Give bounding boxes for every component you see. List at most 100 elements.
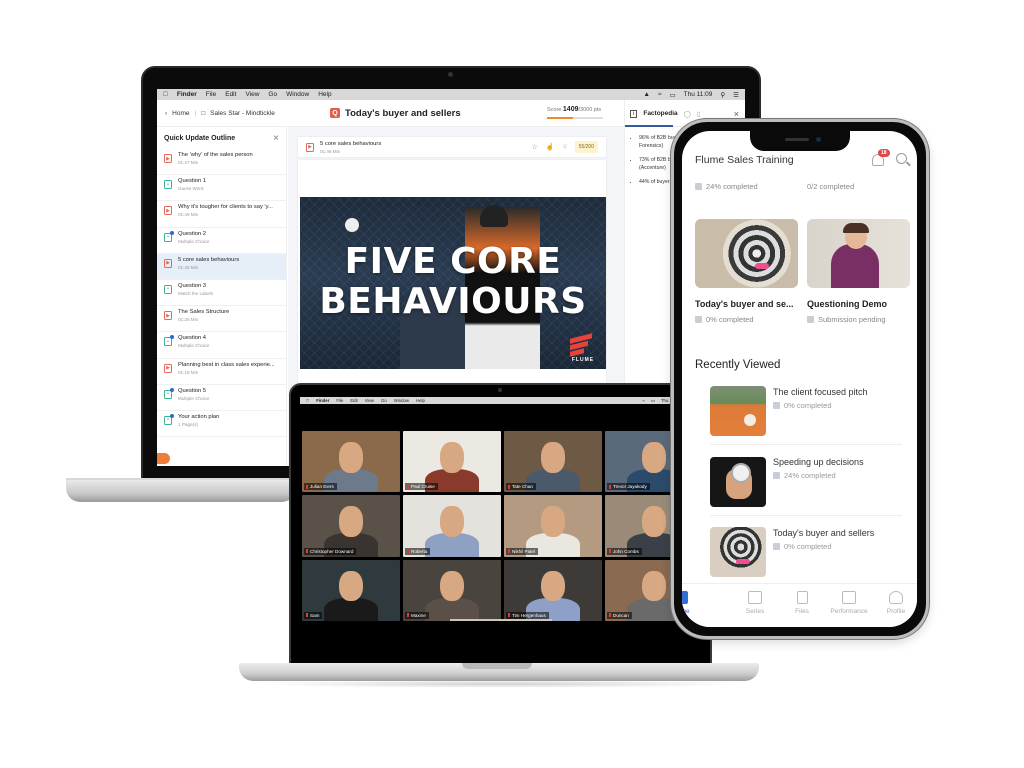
module-card-title[interactable]: Questioning Demo xyxy=(807,299,887,309)
participant-tile[interactable]: Christopher Downard xyxy=(302,495,400,557)
thumbs-up-icon[interactable]: ☝ xyxy=(546,143,555,151)
tab-factopedia[interactable]: Factopedia xyxy=(643,110,677,117)
outline-item-subtitle: Multiple Choice xyxy=(178,238,210,244)
breadcrumb-series[interactable]: Sales Star - Mindtickle xyxy=(210,110,275,117)
module-card-title[interactable]: Today's buyer and se... xyxy=(695,299,794,309)
list-divider xyxy=(710,444,902,445)
menu-file[interactable]: File xyxy=(206,91,216,98)
recent-item-title[interactable]: Today's buyer and sellers xyxy=(773,528,874,538)
menu-file[interactable]: File xyxy=(336,398,343,403)
recent-thumbnail-baseball[interactable] xyxy=(710,386,766,436)
close-panel-icon[interactable]: × xyxy=(734,109,739,119)
star-icon[interactable]: ☆ xyxy=(531,143,537,151)
menu-view[interactable]: View xyxy=(245,91,259,98)
outline-item[interactable]: • Question 5 Multiple Choice xyxy=(157,385,286,411)
participant-tile[interactable]: Paul Cruise xyxy=(403,431,501,493)
recent-thumbnail-dartboard[interactable] xyxy=(710,527,766,577)
outline-item-subtitle: 01:37 Min xyxy=(178,160,199,165)
phone-camera xyxy=(816,137,821,142)
participant-name-label: Tim Hergenhaus xyxy=(506,611,549,619)
breadcrumb-home[interactable]: Home xyxy=(172,110,189,117)
participant-name: Maxine xyxy=(411,612,426,618)
apple-icon[interactable]:  xyxy=(306,398,309,403)
spotlight-search-icon[interactable]: ⚲ xyxy=(720,91,725,99)
chat-bubble-button[interactable] xyxy=(157,453,170,464)
participant-name-label: Paul Cruise xyxy=(405,483,438,491)
front-laptop-thumb-notch xyxy=(462,663,532,669)
search-icon[interactable] xyxy=(896,153,907,164)
outline-item[interactable]: • Question 2 Multiple Choice xyxy=(157,228,286,254)
tab-series[interactable]: Series xyxy=(732,591,778,615)
outline-item[interactable]: ▶ 5 core sales behaviours 01:46 Min xyxy=(157,253,286,280)
airplay-icon[interactable]: ▭ xyxy=(651,398,655,404)
participant-tile[interactable]: Julian Eiers xyxy=(302,431,400,493)
module-card-thumbnail-questioning[interactable] xyxy=(807,219,910,288)
menu-finder[interactable]: Finder xyxy=(177,91,197,98)
apple-icon[interactable]:  xyxy=(163,91,168,98)
recent-item-title[interactable]: Speeding up decisions xyxy=(773,457,864,467)
tab-home[interactable]: Home xyxy=(682,591,704,615)
participant-tile[interactable]: Roberta xyxy=(403,495,501,557)
recent-item-title[interactable]: The client focused pitch xyxy=(773,387,868,397)
score-readout: Score 1409/3000 pts xyxy=(547,106,601,113)
menu-finder[interactable]: Finder xyxy=(316,398,329,403)
back-chevron-icon[interactable]: ‹ xyxy=(165,110,167,117)
outline-list: ▶ The 'why' of the sales person 01:37 Min •… xyxy=(157,149,286,438)
outline-item[interactable]: • Question 3 Match the Labels xyxy=(157,280,286,307)
video-player[interactable]: FIVE CORE BEHAVIOURS FLUME xyxy=(300,197,606,369)
series-progress-text: 0/2 completed xyxy=(807,182,855,191)
outline-item[interactable]: • Question 4 Multiple Choice xyxy=(157,332,286,359)
outline-item[interactable]: ▶ The 'why' of the sales person 01:37 Min xyxy=(157,149,286,176)
gallery-scroll-indicator[interactable] xyxy=(450,619,552,621)
menu-window[interactable]: Window xyxy=(394,398,409,403)
wifi-icon[interactable]: ≈ xyxy=(643,398,645,404)
outline-item-subtitle: Match the Labels xyxy=(178,290,213,296)
folder-icon: □ xyxy=(201,109,206,117)
outline-item[interactable]: ▶ Planning best in class sales experie...… xyxy=(157,359,286,385)
mic-muted-icon xyxy=(306,484,308,489)
video-icon: ▶ xyxy=(164,363,172,373)
outline-item[interactable]: ▶ The Sales Structure 01:25 Min xyxy=(157,306,286,333)
participant-tile[interactable]: Tim Hergenhaus xyxy=(504,559,602,621)
airplay-icon[interactable]: ▭ xyxy=(669,91,675,99)
trophy-icon[interactable]: ◯ xyxy=(684,110,691,118)
quiz-icon xyxy=(695,316,702,323)
menu-go[interactable]: Go xyxy=(381,398,387,403)
menubar-clock[interactable]: Thu 11:09 xyxy=(684,91,713,98)
outline-item-subtitle: Guess Word xyxy=(178,186,204,192)
recent-thumbnail-stopwatch[interactable] xyxy=(710,457,766,507)
tab-profile[interactable]: Profile xyxy=(873,591,917,615)
participant-tile[interactable]: Tate Chan xyxy=(504,431,602,493)
menu-help[interactable]: Help xyxy=(318,91,331,98)
module-card-thumbnail-dartboard[interactable] xyxy=(695,219,798,288)
participant-tile[interactable]: Sam xyxy=(302,559,400,621)
wifi-icon[interactable]: ≈ xyxy=(658,91,662,98)
menu-edit[interactable]: Edit xyxy=(350,398,357,403)
outline-item[interactable]: • Question 1 Guess Word xyxy=(157,175,286,202)
front-mac-menubar:  Finder File Edit View Go Window Help ≈… xyxy=(300,397,705,404)
outline-item-title: Planning best in class sales experie... xyxy=(178,361,275,368)
close-outline-icon[interactable]: × xyxy=(273,133,279,144)
participant-face xyxy=(339,570,363,602)
outline-item[interactable]: ▶ Why it's tougher for clients to say 'y.… xyxy=(157,201,286,228)
outline-item[interactable]: • Your action plan 1 Page(s) xyxy=(157,411,286,438)
bluetooth-icon[interactable]: ▲ xyxy=(643,91,649,98)
menu-view[interactable]: View xyxy=(365,398,374,403)
participant-name: John Combs xyxy=(613,548,639,554)
document-icon[interactable]: ▯ xyxy=(697,110,701,118)
menu-list-icon[interactable]: ☰ xyxy=(733,91,739,99)
thumbs-down-icon[interactable]: ☟ xyxy=(562,143,566,151)
module-card-status: Submission pending xyxy=(807,315,886,324)
participant-name: Julian Eiers xyxy=(310,484,334,490)
menu-help[interactable]: Help xyxy=(416,398,425,403)
tab-files[interactable]: Files xyxy=(779,591,825,615)
back-laptop-base xyxy=(66,480,296,502)
participant-tile[interactable]: Nikhil Patel xyxy=(504,495,602,557)
participant-name: Tate Chan xyxy=(512,484,533,490)
menu-window[interactable]: Window xyxy=(286,91,309,98)
participant-tile[interactable]: Maxine xyxy=(403,559,501,621)
menu-edit[interactable]: Edit xyxy=(225,91,236,98)
info-icon[interactable]: i xyxy=(630,109,638,118)
tab-performance[interactable]: Performance xyxy=(826,591,872,615)
menu-go[interactable]: Go xyxy=(268,91,277,98)
